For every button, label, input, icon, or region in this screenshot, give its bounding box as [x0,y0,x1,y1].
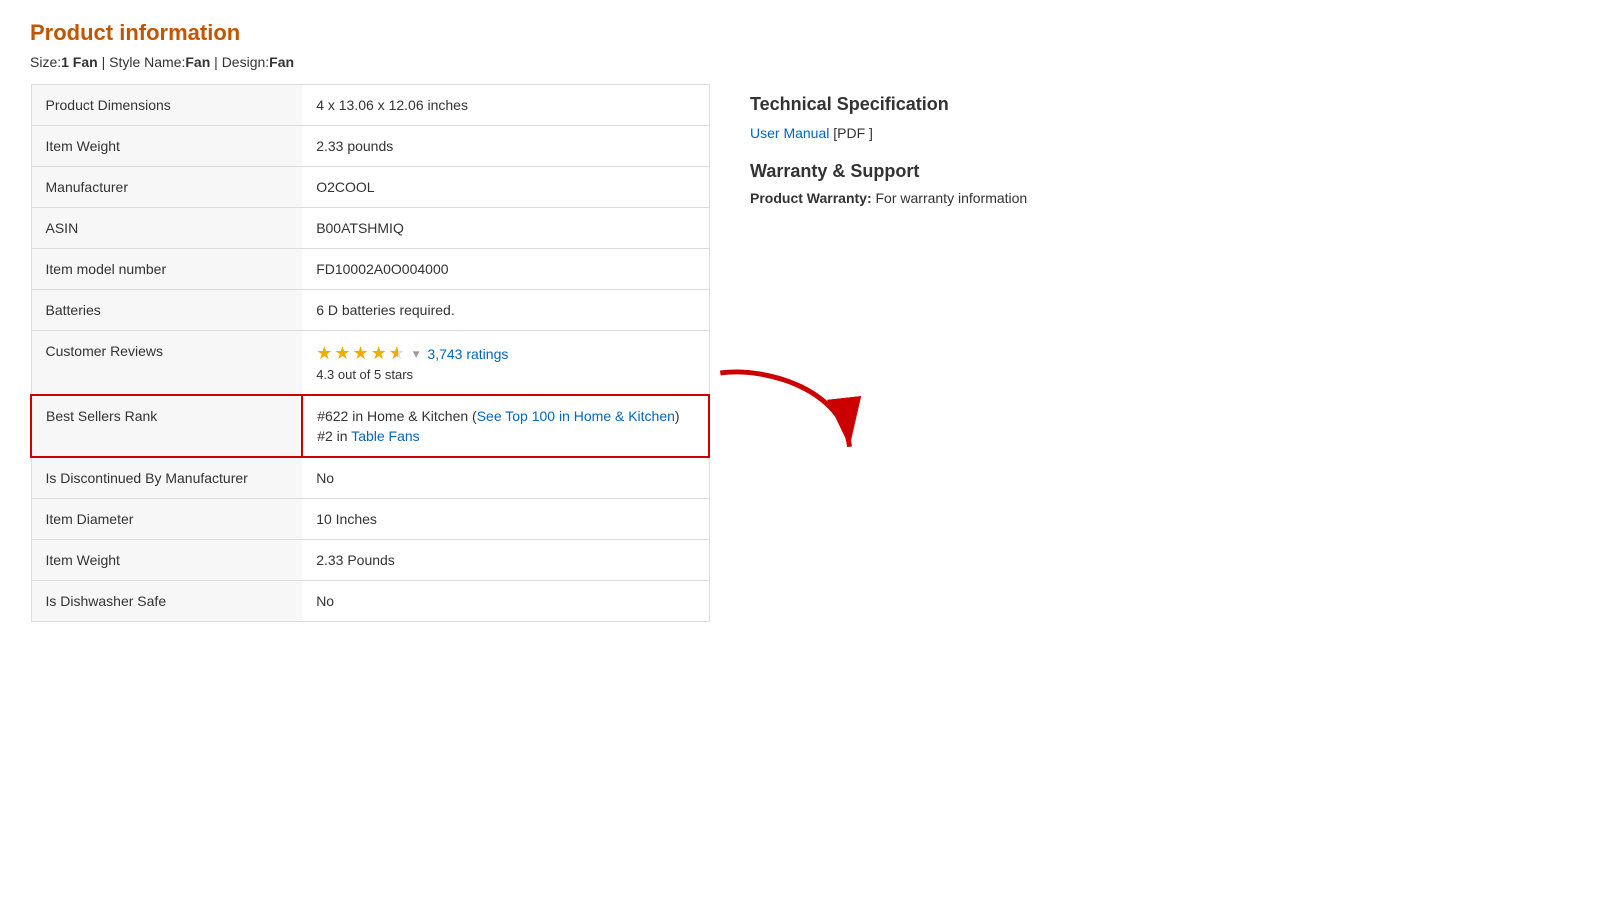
row-value: 6 D batteries required. [302,290,709,331]
row-label: Batteries [31,290,302,331]
row-label: Item model number [31,249,302,290]
bsr-rank2-prefix: #2 in [317,428,351,444]
warranty-description: For warranty information [872,190,1028,206]
design-label: Design:Fan [222,54,294,70]
user-manual-link[interactable]: User Manual [750,125,829,141]
row-label: Is Dishwasher Safe [31,581,302,622]
star-1: ★ [316,343,332,364]
page-title: Product information [30,20,1570,46]
warranty-section: Warranty & Support Product Warranty: For… [750,161,1050,206]
review-info: ★ ★ ★ ★ ★ ★ ▾ 3,743 [316,343,694,364]
table-row: Is Dishwasher Safe No [31,581,709,622]
table-row: Is Discontinued By Manufacturer No [31,457,709,499]
star-2: ★ [334,343,350,364]
warranty-title: Warranty & Support [750,161,1050,182]
right-panel: Technical Specification User Manual [PDF… [750,84,1050,622]
row-value: No [302,457,709,499]
row-value: 10 Inches [302,499,709,540]
row-label: Item Weight [31,540,302,581]
review-count-link[interactable]: 3,743 ratings [427,346,508,362]
warranty-bold-label: Product Warranty: [750,190,872,206]
row-label: Is Discontinued By Manufacturer [31,457,302,499]
row-label: Item Weight [31,126,302,167]
row-label: Item Diameter [31,499,302,540]
star-half: ★ ★ [389,343,405,364]
product-information-section: Product information Size:1 Fan | Style N… [30,20,1570,622]
user-manual-row: User Manual [PDF ] [750,125,1050,141]
table-row: Item Weight 2.33 Pounds [31,540,709,581]
chevron-down-icon[interactable]: ▾ [413,346,420,362]
table-row: Item Diameter 10 Inches [31,499,709,540]
product-table-section: Product Dimensions 4 x 13.06 x 12.06 inc… [30,84,710,622]
product-info-table: Product Dimensions 4 x 13.06 x 12.06 inc… [30,84,710,622]
table-row: Item Weight 2.33 pounds [31,126,709,167]
table-row-bsr: Best Sellers Rank #622 in Home & Kitchen… [31,395,709,457]
star-3: ★ [352,343,368,364]
bsr-rank1: #622 in Home & Kitchen (See Top 100 in H… [317,408,694,424]
tech-spec-section: Technical Specification User Manual [PDF… [750,94,1050,141]
size-label: Size:1 Fan [30,54,98,70]
row-value: 2.33 Pounds [302,540,709,581]
review-out-of: 4.3 out of 5 stars [316,367,694,382]
row-label: ASIN [31,208,302,249]
warranty-text: Product Warranty: For warranty informati… [750,190,1050,206]
style-label: Style Name:Fan [109,54,210,70]
user-manual-suffix: [PDF ] [829,125,873,141]
bsr-rank2-link[interactable]: Table Fans [351,428,419,444]
table-row: Product Dimensions 4 x 13.06 x 12.06 inc… [31,85,709,126]
star-4: ★ [371,343,387,364]
row-label: Product Dimensions [31,85,302,126]
size-info-bar: Size:1 Fan | Style Name:Fan | Design:Fan [30,54,1570,70]
row-value: FD10002A0O004000 [302,249,709,290]
main-layout: Product Dimensions 4 x 13.06 x 12.06 inc… [30,84,1570,622]
row-value-reviews: ★ ★ ★ ★ ★ ★ ▾ 3,743 [302,331,709,396]
row-value-bsr: #622 in Home & Kitchen (See Top 100 in H… [302,395,709,457]
bsr-rank1-link[interactable]: See Top 100 in Home & Kitchen [477,408,675,424]
tech-spec-title: Technical Specification [750,94,1050,115]
table-row: Item model number FD10002A0O004000 [31,249,709,290]
row-value: O2COOL [302,167,709,208]
row-value: No [302,581,709,622]
table-row-customer-reviews: Customer Reviews ★ ★ ★ ★ ★ [31,331,709,396]
row-label: Manufacturer [31,167,302,208]
table-row: Manufacturer O2COOL [31,167,709,208]
row-label-bsr: Best Sellers Rank [31,395,302,457]
table-row: ASIN B00ATSHMIQ [31,208,709,249]
row-value: B00ATSHMIQ [302,208,709,249]
star-rating: ★ ★ ★ ★ ★ ★ [316,343,405,364]
table-row: Batteries 6 D batteries required. [31,290,709,331]
row-label: Customer Reviews [31,331,302,396]
bsr-rank1-prefix: #622 in Home & Kitchen ( [317,408,477,424]
bsr-rank2: #2 in Table Fans [317,428,694,444]
row-value: 2.33 pounds [302,126,709,167]
row-value: 4 x 13.06 x 12.06 inches [302,85,709,126]
